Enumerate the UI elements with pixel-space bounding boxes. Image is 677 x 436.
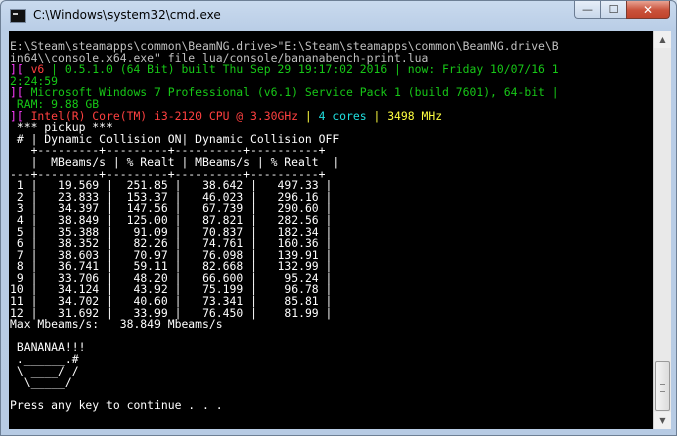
console-text: E:\Steam\steamapps\common\BeamNG.drive>"…: [9, 31, 653, 412]
cores-info: 4 cores: [318, 108, 367, 123]
banana-art-3: \ ____/ /: [10, 363, 79, 378]
sep: |: [318, 305, 333, 320]
vertical-scrollbar[interactable]: ▲ ▼: [653, 31, 671, 429]
sep: |: [243, 305, 278, 320]
os-line: ][ Microsoft Windows 7 Professional (v6.…: [10, 87, 653, 99]
console-output[interactable]: E:\Steam\steamapps\common\BeamNG.drive>"…: [9, 31, 653, 429]
benchmark-table-rows: 1 | 19.569 | 251.85 | 38.642 | 497.33 | …: [10, 179, 653, 320]
scrollbar-thumb[interactable]: [655, 361, 670, 411]
cmd-window: C:\Windows\system32\cmd.exe — ☐ ✕ E:\Ste…: [0, 0, 677, 436]
close-icon: ✕: [642, 2, 654, 17]
os-info: Microsoft Windows 7 Professional (v6.1) …: [23, 85, 559, 100]
close-button[interactable]: ✕: [626, 1, 670, 19]
grip-icon: [660, 384, 665, 392]
banana-art-2: .______.#: [10, 352, 79, 367]
cmd-app-icon[interactable]: [10, 9, 26, 23]
press-any-key-prompt: Press any key to continue . . .: [10, 398, 223, 413]
now-info: now: Friday 10/07/16 1: [400, 62, 559, 77]
banana-art-4: \_____/: [10, 375, 72, 390]
max-mbeams-line: Max Mbeams/s: 38.849 Mbeams/s: [10, 317, 223, 332]
minimize-icon: —: [582, 3, 593, 16]
scroll-down-arrow-icon[interactable]: ▼: [654, 412, 671, 429]
maximize-button[interactable]: ☐: [600, 1, 626, 19]
title-bar[interactable]: C:\Windows\system32\cmd.exe — ☐ ✕: [1, 1, 676, 31]
version-line: ][ v6 | 0.5.1.0 (64 Bit) built Thu Sep 2…: [10, 62, 653, 77]
off-realtime-cell: 81.99: [277, 305, 319, 320]
maximize-icon: ☐: [608, 3, 619, 16]
caption-buttons: — ☐ ✕: [574, 1, 670, 21]
separator: |: [298, 108, 319, 123]
build-info: | 0.5.1.0 (64 Bit) built Thu Sep 29 19:1…: [51, 62, 401, 77]
mhz-info: 3498 MHz: [387, 108, 443, 123]
minimize-button[interactable]: —: [574, 1, 600, 19]
scroll-up-arrow-icon[interactable]: ▲: [654, 31, 671, 48]
separator: |: [366, 108, 388, 123]
banana-art-1: BANANAA!!!: [10, 340, 86, 355]
window-title: C:\Windows\system32\cmd.exe: [33, 8, 221, 22]
